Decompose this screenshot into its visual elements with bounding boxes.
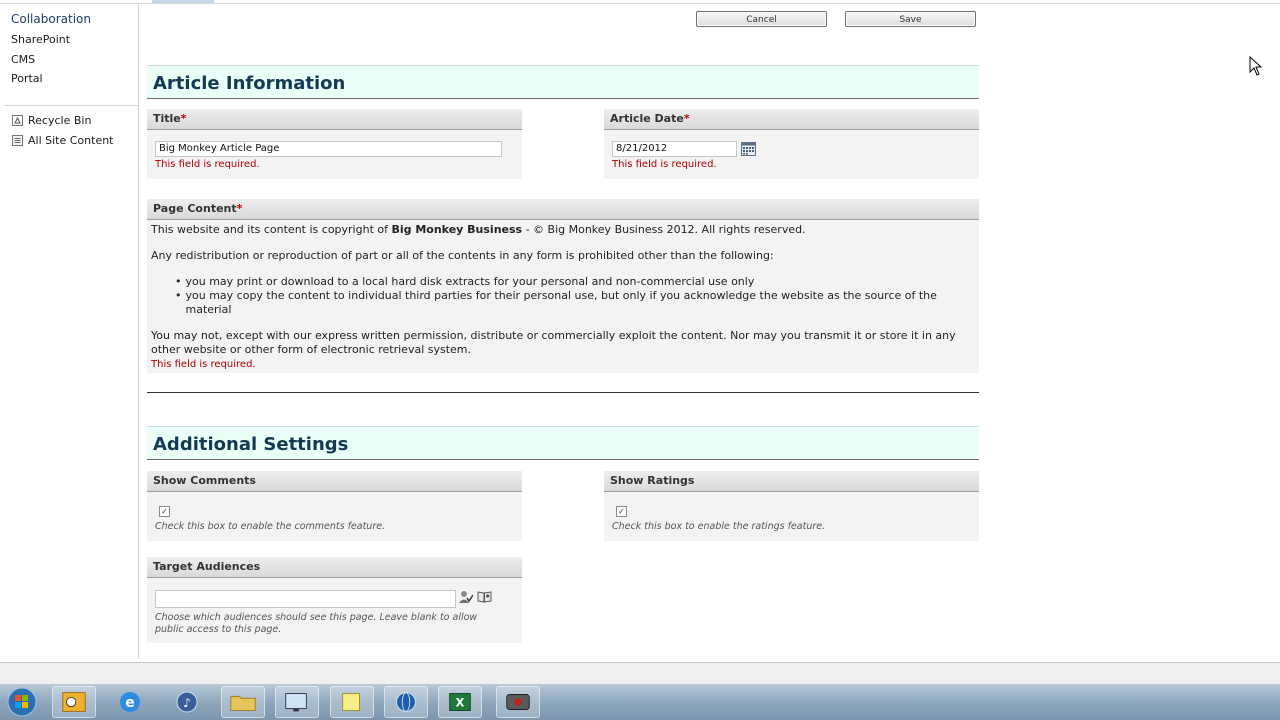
svg-text:X: X bbox=[456, 697, 465, 710]
nav-item-recycle-bin[interactable]: Recycle Bin bbox=[11, 114, 91, 127]
site-content-icon bbox=[12, 135, 23, 146]
article-date-field-label: Article Date* bbox=[604, 109, 979, 130]
page-content-editor[interactable]: This website and its content is copyrigh… bbox=[151, 223, 976, 237]
cancel-button[interactable]: Cancel bbox=[696, 11, 827, 27]
title-error-message: This field is required. bbox=[155, 159, 260, 170]
nav-item-portal[interactable]: Portal bbox=[11, 72, 43, 85]
title-field-panel: Title* Big Monkey Article Page This fiel… bbox=[147, 109, 522, 179]
svg-text:♪: ♪ bbox=[183, 696, 191, 710]
mouse-cursor-icon bbox=[1249, 56, 1263, 76]
title-label-text: Title bbox=[153, 112, 181, 125]
content-paragraph-3: You may not, except with our express wri… bbox=[151, 329, 956, 356]
content-company-name: Big Monkey Business bbox=[391, 223, 523, 236]
required-marker: * bbox=[236, 202, 243, 215]
check-names-icon[interactable] bbox=[459, 590, 473, 604]
left-navigation: Collaboration SharePoint CMS Portal Recy… bbox=[2, 4, 139, 658]
content-paragraph-1: This website and its content is copyrigh… bbox=[151, 223, 392, 236]
content-paragraph-2: Any redistribution or reproduction of pa… bbox=[151, 249, 774, 262]
excel-icon[interactable]: X bbox=[438, 686, 482, 718]
status-strip bbox=[0, 663, 1280, 684]
page-content-label: Page Content* bbox=[147, 199, 979, 220]
address-book-icon[interactable] bbox=[477, 590, 492, 603]
required-marker: * bbox=[180, 112, 187, 125]
camtasia-icon[interactable] bbox=[496, 686, 540, 718]
sticky-notes-icon[interactable] bbox=[330, 686, 374, 718]
list-item: • you may print or download to a local ha… bbox=[175, 275, 975, 289]
bullet-marker: • bbox=[175, 289, 182, 302]
article-date-field-panel: Article Date* 8/21/2012 This field is re… bbox=[604, 109, 979, 179]
save-button[interactable]: Save bbox=[845, 11, 976, 27]
start-orb-icon[interactable] bbox=[4, 686, 40, 718]
target-audiences-label: Target Audiences bbox=[147, 557, 522, 578]
nav-item-all-site-content[interactable]: All Site Content bbox=[11, 134, 114, 147]
nav-heading-collaboration[interactable]: Collaboration bbox=[11, 12, 91, 26]
show-comments-panel: Show Comments ✓ Check this box to enable… bbox=[147, 471, 522, 541]
nav-item-cms[interactable]: CMS bbox=[11, 53, 35, 66]
svg-text:e: e bbox=[125, 695, 135, 711]
all-site-content-label: All Site Content bbox=[28, 134, 114, 147]
target-audiences-hint: Choose which audiences should see this p… bbox=[155, 612, 478, 635]
show-ratings-hint: Check this box to enable the ratings fea… bbox=[612, 521, 826, 532]
file-explorer-icon[interactable] bbox=[221, 686, 265, 718]
page-content-error-message: This field is required. bbox=[151, 359, 256, 370]
content-copyright: - © Big Monkey Business 2012. All rights… bbox=[522, 223, 806, 236]
remote-desktop-icon[interactable] bbox=[275, 686, 319, 718]
show-comments-hint: Check this box to enable the comments fe… bbox=[155, 521, 386, 532]
title-field-label: Title* bbox=[147, 109, 522, 130]
calendar-icon[interactable] bbox=[741, 142, 756, 156]
browser-content-frame: Collaboration SharePoint CMS Portal Recy… bbox=[0, 0, 1280, 663]
bullet-text: you may copy the content to individual t… bbox=[185, 289, 937, 316]
nav-separator bbox=[4, 105, 138, 106]
article-date-error-message: This field is required. bbox=[612, 159, 717, 170]
article-date-label-text: Article Date bbox=[610, 112, 684, 125]
section-divider bbox=[147, 392, 979, 393]
article-information-header: Article Information bbox=[147, 65, 979, 99]
page-content-label-text: Page Content bbox=[153, 202, 237, 215]
required-marker: * bbox=[683, 112, 690, 125]
list-item: • you may copy the content to individual … bbox=[175, 289, 975, 317]
article-date-input[interactable]: 8/21/2012 bbox=[612, 141, 737, 157]
internet-explorer-icon[interactable]: e bbox=[108, 686, 152, 718]
show-ratings-label: Show Ratings bbox=[604, 471, 979, 492]
target-audiences-panel: Target Audiences Choose which audiences … bbox=[147, 557, 522, 643]
article-information-title: Article Information bbox=[153, 73, 346, 94]
recycle-bin-label: Recycle Bin bbox=[28, 114, 92, 127]
nav-item-sharepoint[interactable]: SharePoint bbox=[11, 33, 70, 46]
show-comments-checkbox[interactable]: ✓ bbox=[159, 506, 170, 517]
outlook-icon[interactable] bbox=[52, 686, 96, 718]
title-input[interactable]: Big Monkey Article Page bbox=[155, 141, 502, 157]
show-ratings-checkbox[interactable]: ✓ bbox=[616, 506, 627, 517]
browser-globe-icon[interactable] bbox=[384, 686, 428, 718]
itunes-icon[interactable]: ♪ bbox=[165, 686, 209, 718]
top-tab-indicator bbox=[152, 0, 214, 3]
show-comments-label: Show Comments bbox=[147, 471, 522, 492]
recycle-bin-icon bbox=[12, 115, 23, 126]
additional-settings-title: Additional Settings bbox=[153, 434, 349, 455]
show-ratings-panel: Show Ratings ✓ Check this box to enable … bbox=[604, 471, 979, 541]
bullet-text: you may print or download to a local har… bbox=[185, 275, 755, 288]
target-audiences-input[interactable] bbox=[155, 590, 456, 608]
windows-taskbar: e ♪ X bbox=[0, 684, 1280, 720]
bullet-marker: • bbox=[175, 275, 182, 288]
additional-settings-header: Additional Settings bbox=[147, 426, 979, 460]
content-bullet-list: • you may print or download to a local ha… bbox=[175, 275, 975, 317]
